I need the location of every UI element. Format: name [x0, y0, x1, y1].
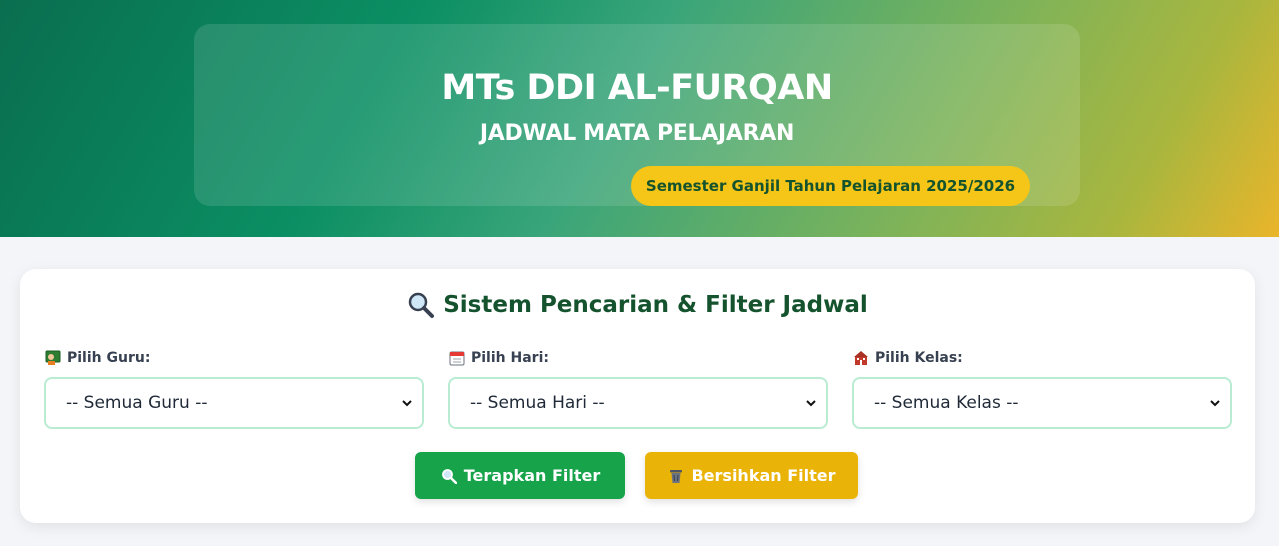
page-subtitle: JADWAL MATA PELAJARAN — [479, 121, 795, 146]
teacher-select-value: -- Semua Guru -- — [66, 393, 208, 413]
day-select-value: -- Semua Hari -- — [470, 393, 605, 413]
teacher-select[interactable]: -- Semua Guru -- — [44, 377, 424, 429]
trash-icon — [667, 467, 685, 485]
filter-panel: Sistem Pencarian & Filter Jadwal Pilih G… — [20, 269, 1255, 523]
header-card: MTs DDI AL-FURQAN JADWAL MATA PELAJARAN … — [194, 24, 1080, 206]
magnifier-icon — [407, 291, 435, 319]
apply-filter-label: Terapkan Filter — [463, 466, 601, 485]
chevron-down-icon — [402, 396, 412, 410]
class-select-value: -- Semua Kelas -- — [874, 393, 1019, 413]
apply-filter-button[interactable]: Terapkan Filter — [415, 452, 625, 499]
header-banner: MTs DDI AL-FURQAN JADWAL MATA PELAJARAN … — [0, 0, 1279, 237]
calendar-icon — [448, 349, 466, 367]
chevron-down-icon — [806, 396, 816, 410]
teacher-icon — [44, 349, 62, 367]
filter-heading: Sistem Pencarian & Filter Jadwal — [20, 291, 1255, 319]
school-icon — [852, 349, 870, 367]
day-select[interactable]: -- Semua Hari -- — [448, 377, 828, 429]
magnifier-icon — [440, 467, 458, 485]
day-filter: Pilih Hari: -- Semua Hari -- — [448, 349, 828, 429]
clear-filter-label: Bersihkan Filter — [691, 466, 836, 485]
semester-badge: Semester Ganjil Tahun Pelajaran 2025/202… — [631, 166, 1030, 206]
school-name: MTs DDI AL-FURQAN — [441, 68, 833, 108]
day-filter-label: Pilih Hari: — [471, 350, 549, 366]
teacher-filter-label: Pilih Guru: — [67, 350, 151, 366]
teacher-filter: Pilih Guru: -- Semua Guru -- — [44, 349, 424, 429]
filter-title: Sistem Pencarian & Filter Jadwal — [443, 292, 868, 318]
class-select[interactable]: -- Semua Kelas -- — [852, 377, 1232, 429]
chevron-down-icon — [1210, 396, 1220, 410]
class-filter: Pilih Kelas: -- Semua Kelas -- — [852, 349, 1232, 429]
clear-filter-button[interactable]: Bersihkan Filter — [645, 452, 858, 499]
class-filter-label: Pilih Kelas: — [875, 350, 963, 366]
